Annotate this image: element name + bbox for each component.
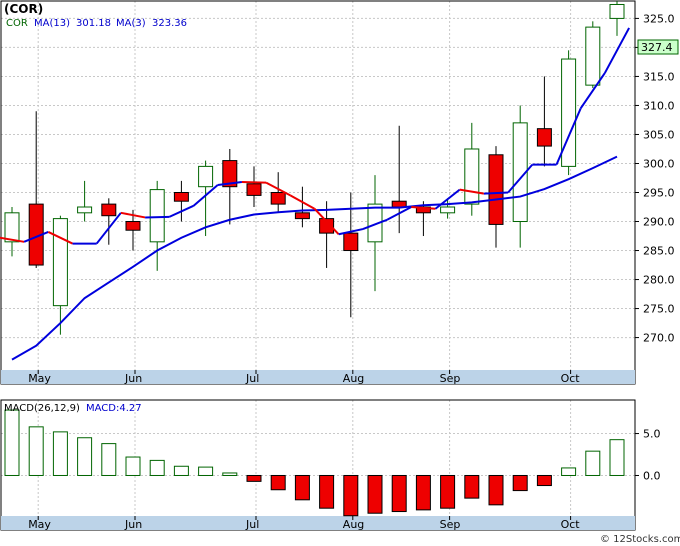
macd-x-tick-label: Jun xyxy=(124,518,142,531)
price-y-tick-label: 280.0 xyxy=(643,274,675,287)
macd-y-tick-label: 5.0 xyxy=(643,428,661,441)
chart-title: (COR) xyxy=(4,2,43,16)
macd-bar xyxy=(28,426,44,476)
last-price-badge: 327.4 xyxy=(637,39,679,55)
candle-body xyxy=(585,26,601,86)
candle-body xyxy=(173,192,189,202)
candle-body xyxy=(246,183,262,196)
macd-bar xyxy=(319,474,335,509)
legend-ma-slow-label: MA(13) xyxy=(34,18,70,29)
candle-body xyxy=(101,203,117,217)
ma3-segment xyxy=(483,191,509,195)
price-y-tick-label: 270.0 xyxy=(643,332,675,345)
price-y-tick-label: 285.0 xyxy=(643,245,675,258)
price-y-tick-label: 300.0 xyxy=(643,157,675,170)
candle xyxy=(561,50,577,176)
macd-bar xyxy=(149,459,165,476)
candle-body xyxy=(536,128,552,147)
macd-legend-value: MACD:4.27 xyxy=(86,403,142,414)
macd-bar xyxy=(415,474,431,511)
stock-chart: May Jun Jul Aug Sep Oct 270.0 275.0 280.0 285.0 2… xyxy=(0,0,680,546)
price-y-tick-label: 295.0 xyxy=(643,187,675,200)
price-x-tick-label: Jun xyxy=(124,372,142,385)
macd-x-tick-label: Sep xyxy=(440,518,461,531)
credit-text: © 12Stocks.com xyxy=(600,534,680,545)
price-x-tick-label: May xyxy=(28,372,51,385)
macd-bar xyxy=(343,474,359,517)
macd-bar xyxy=(294,474,310,501)
macd-x-band-fill xyxy=(1,516,635,530)
candle-body xyxy=(343,232,359,252)
macd-y-tick-label: 0.0 xyxy=(643,469,661,482)
macd-bar xyxy=(391,474,407,513)
macd-bar xyxy=(440,474,456,509)
candle-body xyxy=(488,154,504,225)
price-y-tick-label: 310.0 xyxy=(643,99,675,112)
macd-bar xyxy=(270,474,286,491)
price-y-tick-label: 275.0 xyxy=(643,303,675,316)
ma3-segment xyxy=(241,181,267,184)
macd-bar xyxy=(561,467,577,476)
candle-body xyxy=(4,212,20,243)
macd-x-tick-label: Jul xyxy=(245,518,259,531)
macd-bar xyxy=(512,474,528,492)
candle-body xyxy=(77,206,93,214)
legend-ticker: COR xyxy=(6,18,28,29)
price-x-tick-label: Oct xyxy=(561,372,581,385)
ma3-segment xyxy=(145,215,170,219)
macd-legend-label: MACD(26,12,9) xyxy=(4,403,80,414)
macd-bar xyxy=(173,465,189,476)
macd-bar xyxy=(464,474,480,499)
candle-body xyxy=(464,148,480,205)
price-x-band-fill xyxy=(1,370,635,384)
candle-body xyxy=(609,3,625,19)
macd-bar xyxy=(246,474,262,482)
candle xyxy=(585,21,601,89)
candle-body xyxy=(440,206,456,214)
candle-body xyxy=(52,218,68,307)
macd-x-tick-label: May xyxy=(28,518,51,531)
macd-bar xyxy=(585,450,601,476)
price-x-tick-label: Aug xyxy=(343,372,364,385)
legend-ma-fast-value: 323.36 xyxy=(152,18,187,29)
macd-bar xyxy=(488,474,504,506)
price-x-tick-label: Sep xyxy=(440,372,461,385)
candle-body xyxy=(149,189,165,243)
candle-body xyxy=(198,165,214,188)
macd-x-axis-band: May Jun Jul Aug Sep Oct xyxy=(1,516,635,531)
macd-bar xyxy=(125,456,141,476)
candle-body xyxy=(294,212,310,220)
price-x-axis-band: May Jun Jul Aug Sep Oct xyxy=(1,370,635,385)
price-y-tick-label: 305.0 xyxy=(643,128,675,141)
macd-bar xyxy=(52,431,68,476)
macd-bar xyxy=(198,466,214,476)
macd-bar xyxy=(222,472,238,476)
candle-body xyxy=(125,221,141,231)
macd-bar xyxy=(77,437,93,476)
macd-bar xyxy=(609,439,625,476)
macd-bar xyxy=(4,409,20,476)
macd-bar xyxy=(536,474,552,487)
macd-x-tick-label: Oct xyxy=(561,518,581,531)
price-y-tick-label: 315.0 xyxy=(643,70,675,83)
macd-x-tick-label: Aug xyxy=(343,518,364,531)
price-x-tick-label: Jul xyxy=(245,372,259,385)
legend-ma-slow-value: 301.18 xyxy=(76,18,111,29)
last-price-label: 327.4 xyxy=(641,41,673,54)
price-y-tick-label: 290.0 xyxy=(643,216,675,229)
price-y-tick-label: 325.0 xyxy=(643,12,675,25)
candle-body xyxy=(270,192,286,205)
macd-bar xyxy=(367,474,383,514)
legend-ma-fast-label: MA(3) xyxy=(116,18,146,29)
macd-bar xyxy=(101,443,117,476)
